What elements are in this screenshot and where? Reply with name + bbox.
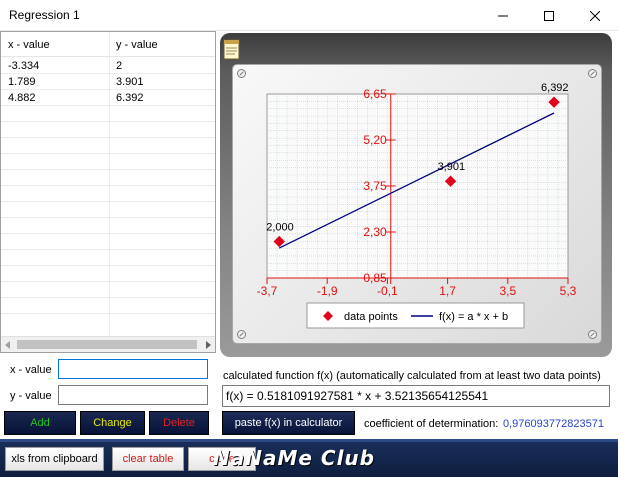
- legend-label-points: data points: [344, 311, 398, 323]
- coefficient-label: coefficient of determination:: [364, 418, 499, 430]
- clear-table-button[interactable]: clear table: [112, 447, 184, 471]
- data-point-label: 3,901: [438, 161, 466, 173]
- data-point-label: 2,000: [266, 222, 294, 234]
- x-tick-label: -3,7: [257, 284, 278, 298]
- y-tick-label: 2,30: [363, 225, 387, 239]
- function-output[interactable]: f(x) = 0.5181091927581 * x + 3.521356541…: [222, 385, 610, 407]
- x-tick-label: 3,5: [499, 284, 516, 298]
- legend-label-line: f(x) = a * x + b: [439, 311, 508, 323]
- calculated-function-label: calculated function f(x) (automatically …: [223, 370, 601, 382]
- x-tick-label: -0,1: [377, 284, 398, 298]
- coefficient-value: 0,976093772823571: [503, 418, 604, 430]
- x-tick-label: -1,9: [317, 284, 338, 298]
- x-tick-label: 1,7: [439, 284, 456, 298]
- bottom-bar-stripe: [0, 439, 618, 442]
- xls-from-clipboard-button[interactable]: xls from clipboard: [5, 447, 104, 471]
- x-tick-label: 5,3: [560, 284, 577, 298]
- y-tick-label: 6,65: [363, 87, 387, 101]
- data-point-label: 6,392: [541, 82, 569, 94]
- y-tick-label: 5,20: [363, 133, 387, 147]
- paste-in-calculator-button[interactable]: paste f(x) in calculator: [222, 411, 355, 435]
- watermark: NaNaMe Club: [213, 446, 375, 470]
- y-tick-label: 3,75: [363, 179, 387, 193]
- y-tick-label: 0,85: [363, 271, 387, 285]
